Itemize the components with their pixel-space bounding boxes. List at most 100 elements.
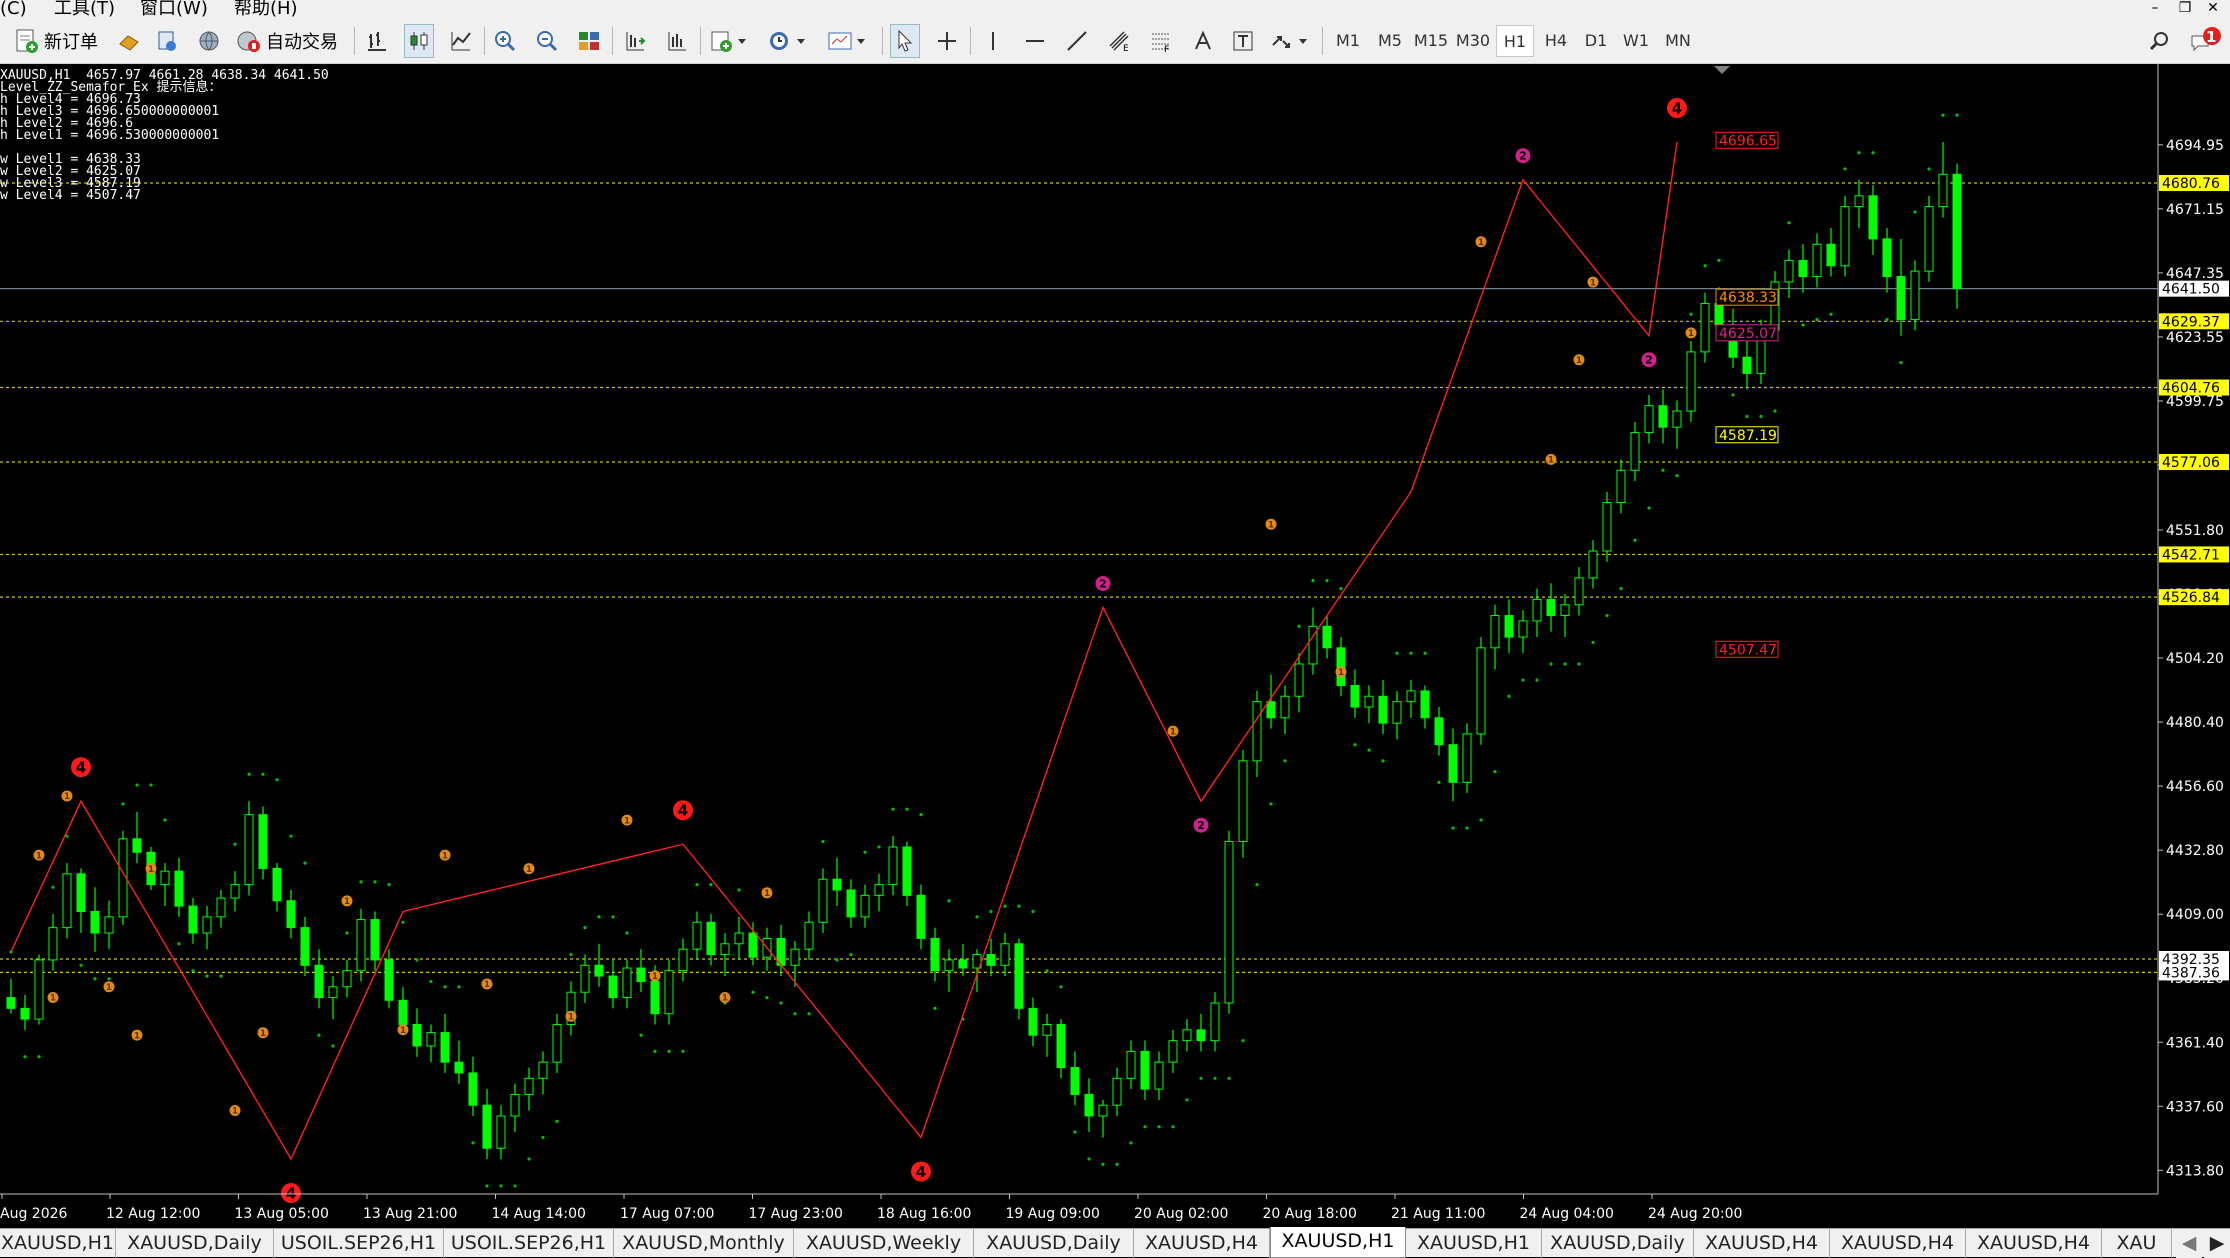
minimize-button[interactable]: – [2142,0,2168,19]
market-watch-button[interactable] [114,24,144,58]
tab-chart-9[interactable]: XAUUSD,H1 [1270,1227,1406,1258]
time-tick-label: 17 Aug 07:00 [620,1206,714,1222]
tab-chart-3[interactable]: USOIL.SEP26,H1 [274,1229,444,1258]
candle-bull [1098,1104,1108,1117]
sar-dot [737,888,741,892]
candle-bull [1126,1050,1136,1079]
menu-item-tools[interactable]: 工具(T) [54,0,115,19]
templates-button[interactable] [824,24,874,58]
timeframe-m15[interactable]: M15 [1410,25,1452,57]
sar-dot [1073,1130,1077,1134]
periods-button[interactable] [764,24,814,58]
tab-chart-2[interactable]: XAUUSD,Daily [116,1229,274,1258]
tab-chart-5[interactable]: XAUUSD,Monthly [614,1229,794,1258]
tab-chart-1[interactable]: XAUUSD,H1 [0,1229,116,1258]
menu-item-window[interactable]: 窗口(W) [140,0,208,19]
candle-bear [832,878,842,891]
tab-chart-15[interactable]: XAU [2102,1229,2172,1258]
sar-dot [1731,393,1735,397]
timeframe-d1[interactable]: D1 [1576,25,1616,57]
chart-shift-button[interactable] [662,24,692,58]
timeframe-w1[interactable]: W1 [1616,25,1656,57]
menu-item-c[interactable]: (C) [0,0,27,19]
sar-dot [1563,662,1567,666]
line-chart-button[interactable] [446,24,476,58]
semafor-marker-label: 2 [1197,819,1205,832]
restore-button[interactable]: ❐ [2172,0,2198,19]
tab-chart-8[interactable]: XAUUSD,H4 [1134,1229,1270,1258]
sar-dot [1815,317,1819,322]
trendline-tool-button[interactable] [1062,24,1092,58]
semafor-marker-label: 1 [568,1013,574,1023]
navigator-button[interactable] [194,24,224,58]
new-order-button[interactable]: 新订单 [14,24,106,58]
tab-chart-4[interactable]: USOIL.SEP26,H1 [444,1229,614,1258]
notifications-button[interactable]: 1 [2186,24,2226,58]
candle-bear [1028,1007,1038,1036]
crosshair-tool-button[interactable] [932,24,962,58]
price-chart[interactable]: 4 4 4 4 4 2 2 2 2 1 1 1 1 1 1 1 1 1 1 1 1 1 1 1 1 1 1 1 1 1 1 1 1 1 1 4696… [0,64,2230,1228]
time-tick-label: 13 Aug 05:00 [235,1206,329,1222]
text-label-tool-button[interactable] [1228,24,1258,58]
timeframe-m1[interactable]: M1 [1328,25,1368,57]
indicators-button[interactable] [708,24,752,58]
sar-dot [1269,802,1273,806]
timeframe-h4[interactable]: H4 [1536,25,1576,57]
text-tool-button[interactable] [1188,24,1218,58]
zoom-out-button[interactable] [532,24,562,58]
candle-bull [216,897,226,918]
sar-dot [289,834,293,838]
menu-bar: (C) 工具(T) 窗口(W) 帮助(H) – ❐ ✕ [0,0,2230,19]
sar-dot [191,969,195,973]
sar-dot [1115,1162,1119,1167]
chart-area[interactable]: 4 4 4 4 4 2 2 2 2 1 1 1 1 1 1 1 1 1 1 1 1 1 1 1 1 1 1 1 1 1 1 1 1 1 1 4696… [0,64,2230,1228]
menu-item-help[interactable]: 帮助(H) [234,0,298,19]
candlestick-chart-button[interactable] [404,24,434,58]
cursor-tool-button[interactable] [890,24,920,58]
tab-chart-7[interactable]: XAUUSD,Daily [974,1229,1134,1258]
close-button[interactable]: ✕ [2200,0,2226,19]
tab-scroll-left-button[interactable]: ◀ [2176,1229,2202,1258]
tab-chart-13[interactable]: XAUUSD,H4 [1830,1229,1966,1258]
candle-bear [1448,744,1458,783]
chart-shift-marker [1714,66,1730,74]
high-level-1: h Level1 = 4696.530000000001 [0,128,220,143]
tab-chart-12[interactable]: XAUUSD,H4 [1694,1229,1830,1258]
sar-dot [1325,578,1329,583]
sar-dot [429,979,433,984]
candle-bear [1070,1067,1080,1095]
sar-dot [513,1184,517,1188]
timeframe-m30[interactable]: M30 [1452,25,1494,57]
sar-dot [779,1001,783,1005]
tile-windows-button[interactable] [574,24,604,58]
candle-bear [1056,1024,1066,1069]
arrows-tool-button[interactable] [1268,24,1314,58]
equidistant-channel-tool-button[interactable]: E [1104,24,1134,58]
vertical-line-tool-button[interactable] [978,24,1008,58]
timeframe-h1[interactable]: H1 [1496,25,1534,57]
level-label: 4526.84 [2162,590,2220,606]
tab-chart-6[interactable]: XAUUSD,Weekly [794,1229,974,1258]
auto-trading-button[interactable]: 自动交易 [236,24,346,58]
tab-scroll-right-button[interactable]: ▶ [2204,1229,2230,1258]
search-button[interactable] [2144,24,2174,58]
auto-scroll-button[interactable] [620,24,650,58]
tab-chart-14[interactable]: XAUUSD,H4 [1966,1229,2102,1258]
sar-dot [1885,317,1889,322]
sar-dot [555,1119,559,1123]
tab-chart-11[interactable]: XAUUSD,Daily [1542,1229,1694,1258]
timeframe-mn[interactable]: MN [1656,25,1700,57]
data-window-button[interactable] [152,24,182,58]
candle-bear [846,889,856,918]
sar-dot [1955,113,1959,117]
bar-chart-button[interactable] [362,24,392,58]
horizontal-line-tool-button[interactable] [1020,24,1050,58]
zoom-in-button[interactable] [490,24,520,58]
timeframe-m5[interactable]: M5 [1370,25,1410,57]
fibonacci-tool-button[interactable]: F [1146,24,1176,58]
candle-bull [1154,1061,1164,1090]
semafor-marker-label: 1 [64,792,70,802]
sar-dot [541,1135,545,1140]
tab-chart-10[interactable]: XAUUSD,H1 [1406,1229,1542,1258]
candle-bear [1546,598,1556,617]
